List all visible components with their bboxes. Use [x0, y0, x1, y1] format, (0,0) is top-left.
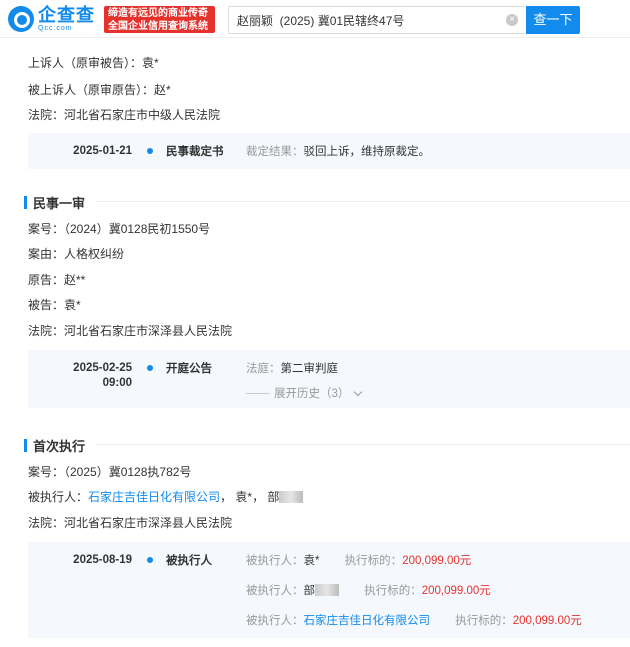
execution-timeline: 2025-08-19 被执行人 被执行人：袁* 执行标的：200,099.00元… [28, 542, 630, 638]
execution-court: 法院：河北省石家庄市深泽县人民法院 [28, 516, 233, 530]
first-court: 法院：河北省石家庄市深泽县人民法院 [28, 324, 233, 338]
search-box: × [228, 6, 524, 34]
appeal-timeline: 2025-01-21 民事裁定书 裁定结果：驳回上诉，维持原裁定。 [28, 133, 630, 169]
top-header: 企查查 Qcc.com 缔造有远见的商业传奇 全国企业信用查询系统 × 查一下 [0, 0, 630, 38]
persons-label: 被执行人： [28, 490, 89, 504]
court-room-value: 第二审判庭 [280, 363, 339, 375]
search-button[interactable]: 查一下 [526, 6, 580, 34]
person-yuan: 袁* [235, 490, 253, 504]
timeline-result: 裁定结果：驳回上诉，维持原裁定。 [246, 143, 430, 159]
person-label: 被执行人： [246, 555, 304, 567]
person-label: 被执行人： [246, 615, 304, 627]
masked-name [279, 490, 304, 503]
amount-label: 执行标的： [364, 585, 422, 597]
search-input[interactable] [229, 7, 489, 33]
timeline-court-room: 法庭：第二审判庭 [246, 360, 338, 376]
timeline-time: 09:00 [102, 377, 132, 389]
section-divider [96, 201, 630, 202]
result-label: 裁定结果： [246, 146, 304, 158]
slogan-badge: 缔造有远见的商业传奇 全国企业信用查询系统 [104, 6, 215, 33]
section-title-execution: 首次执行 [28, 436, 85, 455]
timeline-type: 民事裁定书 [166, 146, 224, 158]
first-plaintiff: 原告：赵** [28, 273, 86, 287]
logo-q-icon [8, 6, 34, 32]
person-separator: ， [220, 490, 233, 504]
logo-en-text: Qcc.com [38, 25, 73, 32]
qcc-logo[interactable]: 企查查 Qcc.com [8, 5, 95, 33]
person-bu: 部 [267, 490, 280, 504]
amount-value: 200,099.00元 [402, 555, 472, 567]
slogan-line-1: 缔造有远见的商业传奇 [108, 8, 208, 19]
first-case-no: 案号：（2024）冀0128民初1550号 [28, 222, 211, 236]
company-link[interactable]: 石家庄吉佳日化有限公司 [88, 490, 220, 504]
masked-name [315, 583, 339, 596]
person-label: 被执行人： [246, 585, 304, 597]
logo-cn-text: 企查查 [38, 5, 95, 25]
result-value: 驳回上诉，维持原裁定。 [303, 146, 431, 158]
chevron-down-icon [354, 387, 363, 396]
timeline-dot [147, 365, 153, 371]
timeline-type: 开庭公告 [166, 363, 212, 375]
person-name: 袁* [303, 555, 320, 567]
slogan-line-2: 全国企业信用查询系统 [108, 21, 208, 32]
appeal-court: 法院：河北省石家庄市中级人民法院 [28, 108, 221, 122]
person-separator: ， [252, 490, 265, 504]
first-instance-timeline: 2025-02-25 09:00 开庭公告 法庭：第二审判庭 展开历史（3） [28, 350, 630, 408]
timeline-date: 2025-01-21 [73, 145, 132, 157]
timeline-dot [147, 148, 153, 154]
amount-value: 200,099.00元 [421, 585, 491, 597]
person-name: 部 [303, 585, 316, 597]
timeline-dot [147, 557, 153, 563]
amount-label: 执行标的： [455, 615, 513, 627]
person-company-link[interactable]: 石家庄吉佳日化有限公司 [304, 615, 431, 627]
timeline-date: 2025-08-19 [73, 554, 132, 566]
execution-persons: 被执行人：石家庄吉佳日化有限公司， 袁*， 部 [28, 488, 304, 505]
timeline-date: 2025-02-25 [73, 362, 132, 374]
amount-value: 200,099.00元 [512, 615, 582, 627]
first-defendant: 被告：袁* [28, 298, 81, 312]
timeline-type: 被执行人 [166, 555, 212, 567]
appellee: 被上诉人（原审原告）：赵* [28, 83, 171, 97]
expand-history-label: 展开历史（3） [274, 388, 350, 400]
section-divider [96, 444, 630, 445]
appellant: 上诉人（原审被告）：袁* [28, 56, 159, 70]
clear-icon[interactable]: × [506, 14, 518, 26]
amount-label: 执行标的： [344, 555, 403, 567]
section-title-first-instance: 民事一审 [28, 193, 85, 212]
first-cause: 案由：人格权纠纷 [28, 247, 125, 261]
execution-row: 被执行人：部 执行标的：200,099.00元 [246, 582, 491, 598]
dash-line [246, 392, 270, 394]
execution-row: 被执行人：石家庄吉佳日化有限公司 执行标的：200,099.00元 [246, 612, 582, 628]
court-room-label: 法庭： [246, 363, 281, 375]
execution-case-no: 案号：（2025）冀0128执782号 [28, 465, 192, 479]
execution-row: 被执行人：袁* 执行标的：200,099.00元 [246, 552, 471, 568]
expand-history-button[interactable]: 展开历史（3） [246, 385, 363, 401]
